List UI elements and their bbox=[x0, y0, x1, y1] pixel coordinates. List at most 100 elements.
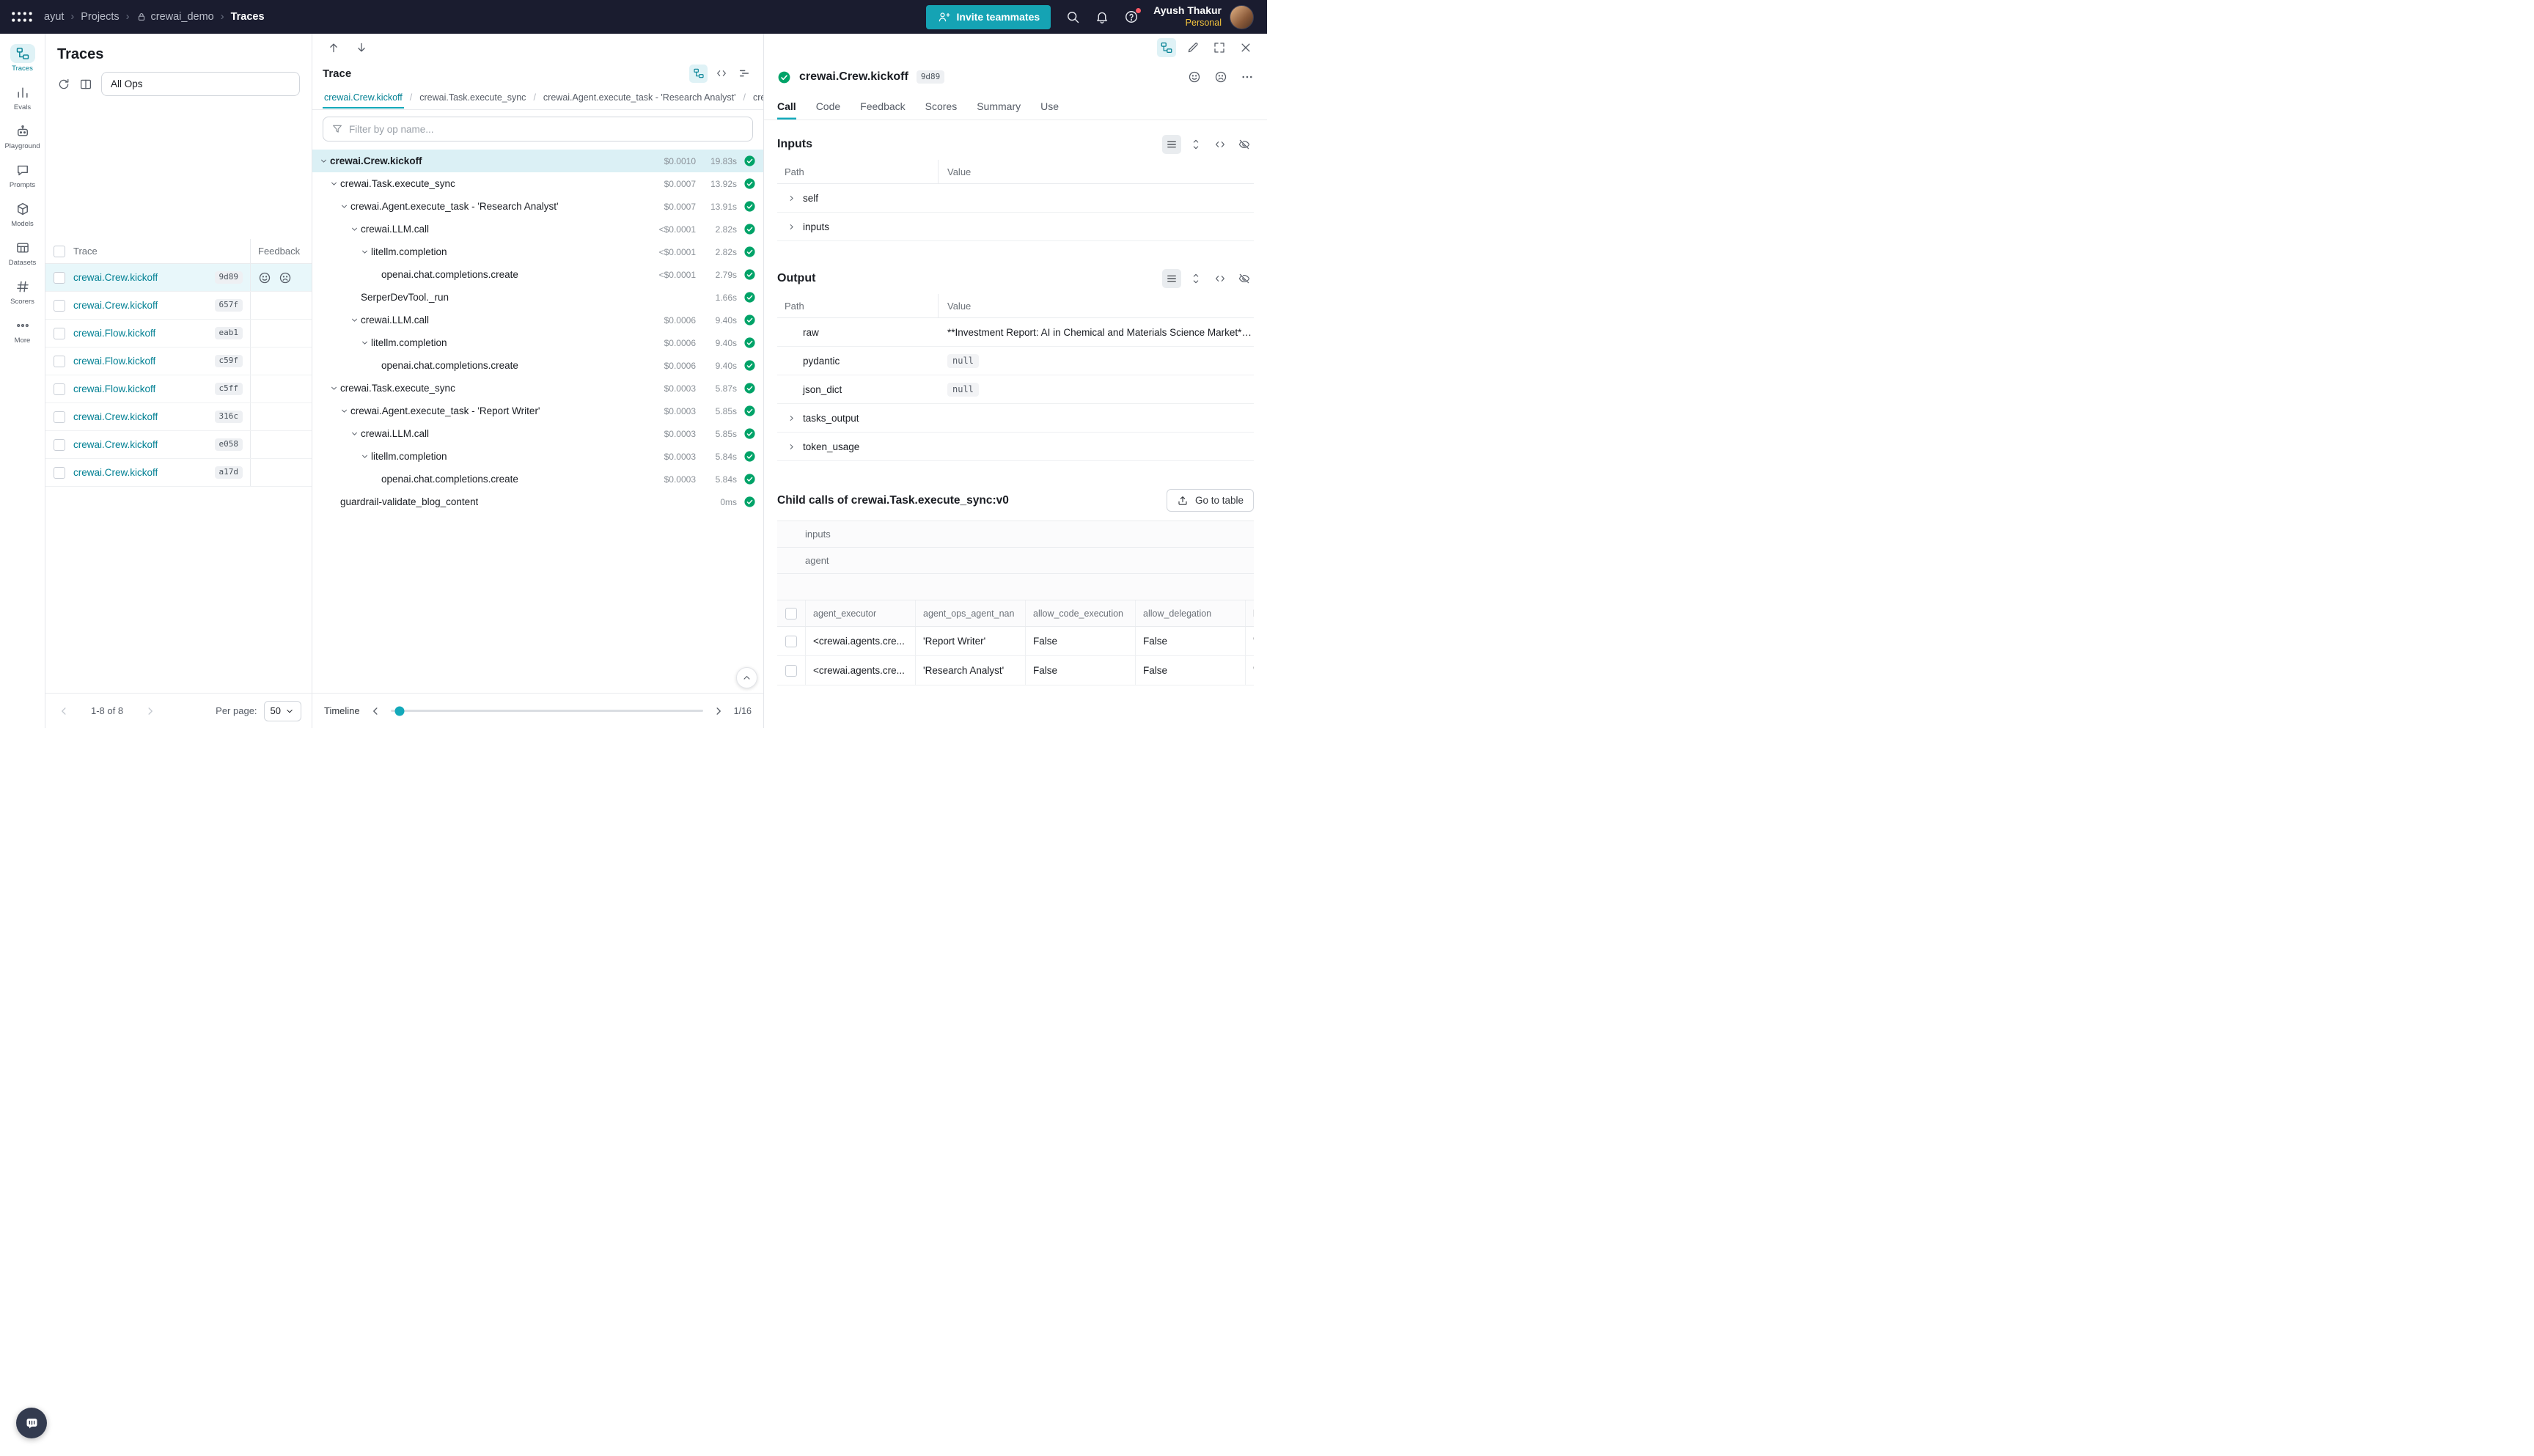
row-checkbox[interactable] bbox=[54, 439, 65, 451]
select-all-checkbox[interactable] bbox=[54, 246, 65, 257]
trace-breadcrumb-tab[interactable]: crewai.LLM.cal bbox=[752, 87, 763, 109]
trace-tree-row[interactable]: crewai.Task.execute_sync $0.0003 5.87s bbox=[312, 377, 763, 400]
expand-collapse-icon[interactable] bbox=[317, 155, 330, 168]
key-value-row[interactable]: inputs bbox=[777, 213, 1254, 241]
frowny-reaction-icon[interactable] bbox=[1214, 70, 1227, 84]
row-checkbox[interactable] bbox=[785, 665, 797, 677]
expand-collapse-icon[interactable] bbox=[348, 314, 361, 327]
expand-chevron-icon[interactable] bbox=[785, 440, 798, 453]
key-value-row[interactable]: raw **Investment Report: AI in Chemical … bbox=[777, 318, 1254, 347]
expand-collapse-icon[interactable] bbox=[358, 450, 371, 463]
previous-page-icon[interactable] bbox=[57, 705, 70, 718]
code-view-icon[interactable] bbox=[1211, 135, 1230, 154]
trace-link[interactable]: crewai.Crew.kickoff bbox=[73, 411, 158, 422]
close-icon[interactable] bbox=[1236, 38, 1255, 57]
list-view-icon[interactable] bbox=[1162, 135, 1181, 154]
column-header[interactable]: agent_ops_agent_nan bbox=[915, 600, 1025, 626]
trace-tree-row[interactable]: litellm.completion $0.0006 9.40s bbox=[312, 331, 763, 354]
expand-collapse-icon[interactable] bbox=[348, 427, 361, 441]
expand-chevron-icon[interactable] bbox=[785, 411, 798, 424]
hide-values-icon[interactable] bbox=[1235, 269, 1254, 288]
trace-tree-row[interactable]: crewai.LLM.call $0.0006 9.40s bbox=[312, 309, 763, 331]
trace-link[interactable]: crewai.Flow.kickoff bbox=[73, 383, 155, 394]
trace-column-header[interactable]: Trace bbox=[73, 246, 250, 257]
trace-tree-row[interactable]: crewai.Task.execute_sync $0.0007 13.92s bbox=[312, 172, 763, 195]
trace-tree-row[interactable]: crewai.LLM.call <$0.0001 2.82s bbox=[312, 218, 763, 240]
trace-link[interactable]: crewai.Crew.kickoff bbox=[73, 300, 158, 311]
row-checkbox[interactable] bbox=[54, 411, 65, 423]
sidebar-item-models[interactable]: Models bbox=[1, 195, 44, 232]
expand-collapse-icon[interactable] bbox=[358, 246, 371, 259]
sidebar-item-prompts[interactable]: Prompts bbox=[1, 156, 44, 194]
edit-pencil-icon[interactable] bbox=[1183, 38, 1202, 57]
trace-tree-row[interactable]: crewai.LLM.call $0.0003 5.85s bbox=[312, 422, 763, 445]
timeline-previous-icon[interactable] bbox=[369, 705, 382, 718]
tab-use[interactable]: Use bbox=[1040, 92, 1059, 120]
breadcrumb-entity[interactable]: ayut bbox=[44, 11, 64, 23]
code-view-icon[interactable] bbox=[1211, 269, 1230, 288]
ops-filter-dropdown[interactable]: All Ops bbox=[101, 72, 300, 96]
select-all-checkbox[interactable] bbox=[785, 608, 797, 619]
search-icon[interactable] bbox=[1065, 10, 1080, 24]
trace-link[interactable]: crewai.Flow.kickoff bbox=[73, 356, 155, 367]
wandb-logo[interactable] bbox=[10, 10, 34, 24]
key-value-row[interactable]: tasks_output bbox=[777, 404, 1254, 433]
breadcrumb-projects[interactable]: Projects bbox=[81, 11, 119, 23]
key-value-row[interactable]: token_usage bbox=[777, 433, 1254, 461]
trace-tree-row[interactable]: openai.chat.completions.create $0.0006 9… bbox=[312, 354, 763, 377]
refresh-icon[interactable] bbox=[57, 78, 70, 91]
smiley-reaction-icon[interactable] bbox=[258, 271, 271, 284]
sidebar-item-more[interactable]: More bbox=[1, 312, 44, 349]
smiley-reaction-icon[interactable] bbox=[1188, 70, 1201, 84]
key-value-row[interactable]: self bbox=[777, 184, 1254, 213]
collapse-panel-button[interactable] bbox=[736, 667, 757, 688]
timeline-slider-handle[interactable] bbox=[395, 706, 405, 716]
trace-row[interactable]: crewai.Crew.kickoff a17d bbox=[45, 459, 312, 487]
expand-collapse-icon[interactable] bbox=[358, 337, 371, 350]
timeline-next-icon[interactable] bbox=[712, 705, 725, 718]
trace-tree-row[interactable]: litellm.completion $0.0003 5.84s bbox=[312, 445, 763, 468]
per-page-select[interactable]: 50 bbox=[264, 701, 301, 721]
key-value-row[interactable]: json_dict null bbox=[777, 375, 1254, 404]
trace-breadcrumb-tab[interactable]: crewai.Task.execute_sync bbox=[418, 87, 527, 109]
column-header[interactable]: b bbox=[1245, 600, 1254, 626]
timeline-slider[interactable] bbox=[391, 710, 703, 712]
expand-rows-icon[interactable] bbox=[1186, 135, 1205, 154]
trace-row[interactable]: crewai.Crew.kickoff 316c bbox=[45, 403, 312, 431]
support-chat-button[interactable] bbox=[16, 1408, 47, 1438]
trace-row[interactable]: crewai.Flow.kickoff c59f bbox=[45, 348, 312, 375]
flame-graph-view-icon[interactable] bbox=[735, 65, 753, 83]
trace-tree-row[interactable]: guardrail-validate_blog_content 0ms bbox=[312, 490, 763, 513]
op-name-filter-input[interactable] bbox=[349, 124, 744, 135]
invite-teammates-button[interactable]: Invite teammates bbox=[926, 5, 1051, 29]
tab-feedback[interactable]: Feedback bbox=[860, 92, 905, 120]
key-value-row[interactable]: pydantic null bbox=[777, 347, 1254, 375]
trace-tree-row[interactable]: openai.chat.completions.create $0.0003 5… bbox=[312, 468, 763, 490]
sidebar-item-scorers[interactable]: Scorers bbox=[1, 273, 44, 310]
hide-values-icon[interactable] bbox=[1235, 135, 1254, 154]
trace-link[interactable]: crewai.Crew.kickoff bbox=[73, 439, 158, 450]
expand-chevron-icon[interactable] bbox=[785, 220, 798, 233]
go-to-table-button[interactable]: Go to table bbox=[1167, 489, 1254, 512]
sidebar-item-evals[interactable]: Evals bbox=[1, 78, 44, 116]
expand-rows-icon[interactable] bbox=[1186, 269, 1205, 288]
trace-breadcrumb-tab[interactable]: crewai.Agent.execute_task - 'Research An… bbox=[542, 87, 738, 109]
list-view-icon[interactable] bbox=[1162, 269, 1181, 288]
trace-tree-row[interactable]: crewai.Agent.execute_task - 'Research An… bbox=[312, 195, 763, 218]
previous-call-button[interactable] bbox=[324, 38, 343, 57]
trace-link[interactable]: crewai.Crew.kickoff bbox=[73, 272, 158, 283]
columns-settings-icon[interactable] bbox=[79, 78, 92, 91]
tab-code[interactable]: Code bbox=[816, 92, 840, 120]
trace-breadcrumb-tab[interactable]: crewai.Crew.kickoff bbox=[323, 87, 404, 109]
trace-tree-row[interactable]: crewai.Agent.execute_task - 'Report Writ… bbox=[312, 400, 763, 422]
code-view-icon[interactable] bbox=[712, 65, 730, 83]
trace-row[interactable]: crewai.Crew.kickoff 657f bbox=[45, 292, 312, 320]
trace-link[interactable]: crewai.Crew.kickoff bbox=[73, 467, 158, 478]
fullscreen-icon[interactable] bbox=[1210, 38, 1229, 57]
row-checkbox[interactable] bbox=[54, 328, 65, 339]
column-header[interactable]: agent_executor bbox=[805, 600, 915, 626]
row-checkbox[interactable] bbox=[785, 636, 797, 647]
child-call-row[interactable]: <crewai.agents.cre...'Research Analyst'F… bbox=[777, 656, 1254, 685]
row-checkbox[interactable] bbox=[54, 300, 65, 312]
frowny-reaction-icon[interactable] bbox=[279, 271, 292, 284]
